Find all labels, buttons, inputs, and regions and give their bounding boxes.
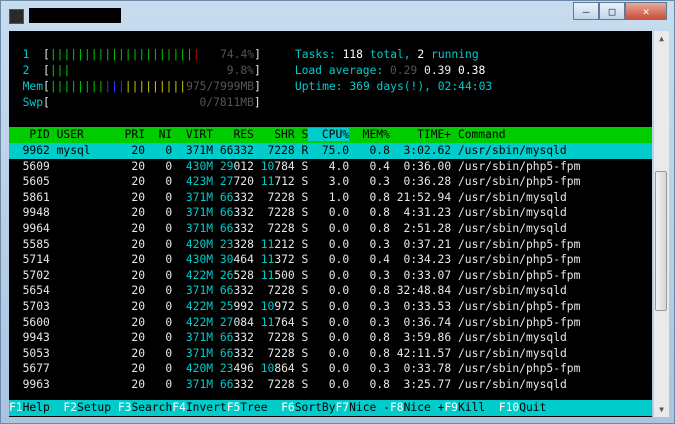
fkey-f7-label[interactable]: Nice - [349, 401, 390, 414]
fkey-f6[interactable]: F6 [281, 401, 295, 414]
vertical-scrollbar[interactable]: ▲ ▼ [653, 31, 669, 417]
process-row[interactable]: 9962 mysql 20 0 371M 66332 7228 R 75.0 0… [9, 143, 652, 159]
terminal-app-icon [9, 9, 24, 24]
process-row[interactable]: 5654 20 0 371M 66332 7228 S 0.0 0.8 32:4… [9, 283, 652, 299]
fkey-f4-label[interactable]: Invert [185, 401, 227, 414]
process-row[interactable]: 9963 20 0 371M 66332 7228 S 0.0 0.8 3:25… [9, 377, 652, 393]
fkey-f5[interactable]: F5 [227, 401, 241, 414]
fkey-f7[interactable]: F7 [336, 401, 350, 414]
process-row[interactable]: 5677 20 0 420M 23496 10864 S 0.0 0.3 0:3… [9, 361, 652, 377]
fkey-f9[interactable]: F9 [444, 401, 458, 414]
mem-meter: Mem[||||||||||||||||||||975/7999MB] Upti… [22, 80, 493, 93]
fkey-f4[interactable]: F4 [172, 401, 186, 414]
fkey-f2-label[interactable]: Setup [77, 401, 118, 414]
fkey-f6-label[interactable]: SortBy [294, 401, 336, 414]
process-row[interactable]: 5585 20 0 420M 23328 11212 S 0.0 0.3 0:3… [9, 237, 652, 253]
close-button[interactable]: ✕ [625, 2, 667, 20]
process-row[interactable]: 5053 20 0 371M 66332 7228 S 0.0 0.8 42:1… [9, 346, 652, 362]
fkey-f5-label[interactable]: Tree [240, 401, 282, 414]
process-row[interactable]: 9943 20 0 371M 66332 7228 S 0.0 0.8 3:59… [9, 330, 652, 346]
process-row[interactable]: 9948 20 0 371M 66332 7228 S 0.0 0.8 4:31… [9, 205, 652, 221]
fkey-f9-label[interactable]: Kill [457, 401, 499, 414]
fkey-f10[interactable]: F10 [499, 401, 519, 414]
window-controls: — □ ✕ [573, 2, 667, 22]
maximize-button[interactable]: □ [599, 2, 625, 20]
swap-meter: Swp[ 0/7811MB] [22, 96, 261, 109]
fkey-f3[interactable]: F3 [118, 401, 132, 414]
fkey-f3-label[interactable]: Search [131, 401, 173, 414]
process-row[interactable]: 9964 20 0 371M 66332 7228 S 0.0 0.8 2:51… [9, 221, 652, 237]
process-table-header[interactable]: PID USER PRI NI VIRT RES SHR S CPU% MEM%… [9, 127, 652, 143]
scroll-up-icon[interactable]: ▲ [654, 31, 669, 46]
process-row[interactable]: 5861 20 0 371M 66332 7228 S 1.0 0.8 21:5… [9, 190, 652, 206]
fkey-f1[interactable]: F1 [9, 401, 23, 414]
cpu2-meter: 2 [||| 9.8%] Load average: 0.29 0.39 0.3… [22, 64, 486, 77]
fkey-f2[interactable]: F2 [63, 401, 77, 414]
scroll-down-icon[interactable]: ▼ [654, 402, 669, 417]
minimize-button[interactable]: — [573, 2, 599, 20]
process-row[interactable]: 5609 20 0 430M 29012 10784 S 4.0 0.4 0:3… [9, 159, 652, 175]
process-row[interactable]: 5600 20 0 422M 27084 11764 S 0.0 0.3 0:3… [9, 315, 652, 331]
fkey-f10-label[interactable]: Quit [519, 401, 547, 414]
window-title-redacted [29, 8, 121, 23]
process-row[interactable]: 5702 20 0 422M 26528 11500 S 0.0 0.3 0:3… [9, 268, 652, 284]
htop-terminal[interactable]: 1 [|||||||||||||||||||||| 74.4%] Tasks: … [9, 31, 652, 417]
fkey-f1-label[interactable]: Help [22, 401, 64, 414]
process-row[interactable]: 5714 20 0 430M 30464 11372 S 0.0 0.4 0:3… [9, 252, 652, 268]
scrollbar-thumb[interactable] [655, 171, 667, 311]
cpu1-meter: 1 [|||||||||||||||||||||| 74.4%] Tasks: … [22, 48, 479, 61]
process-row[interactable]: 5703 20 0 422M 25992 10972 S 0.0 0.3 0:3… [9, 299, 652, 315]
terminal-window: — □ ✕ 1 [|||||||||||||||||||||| 74.4%] T… [0, 0, 675, 424]
process-row[interactable]: 5605 20 0 423M 27720 11712 S 3.0 0.3 0:3… [9, 174, 652, 190]
fkey-f8[interactable]: F8 [390, 401, 404, 414]
fkey-f8-label[interactable]: Nice + [403, 401, 445, 414]
function-key-bar: F1Help F2Setup F3SearchF4InvertF5Tree F6… [9, 400, 652, 416]
